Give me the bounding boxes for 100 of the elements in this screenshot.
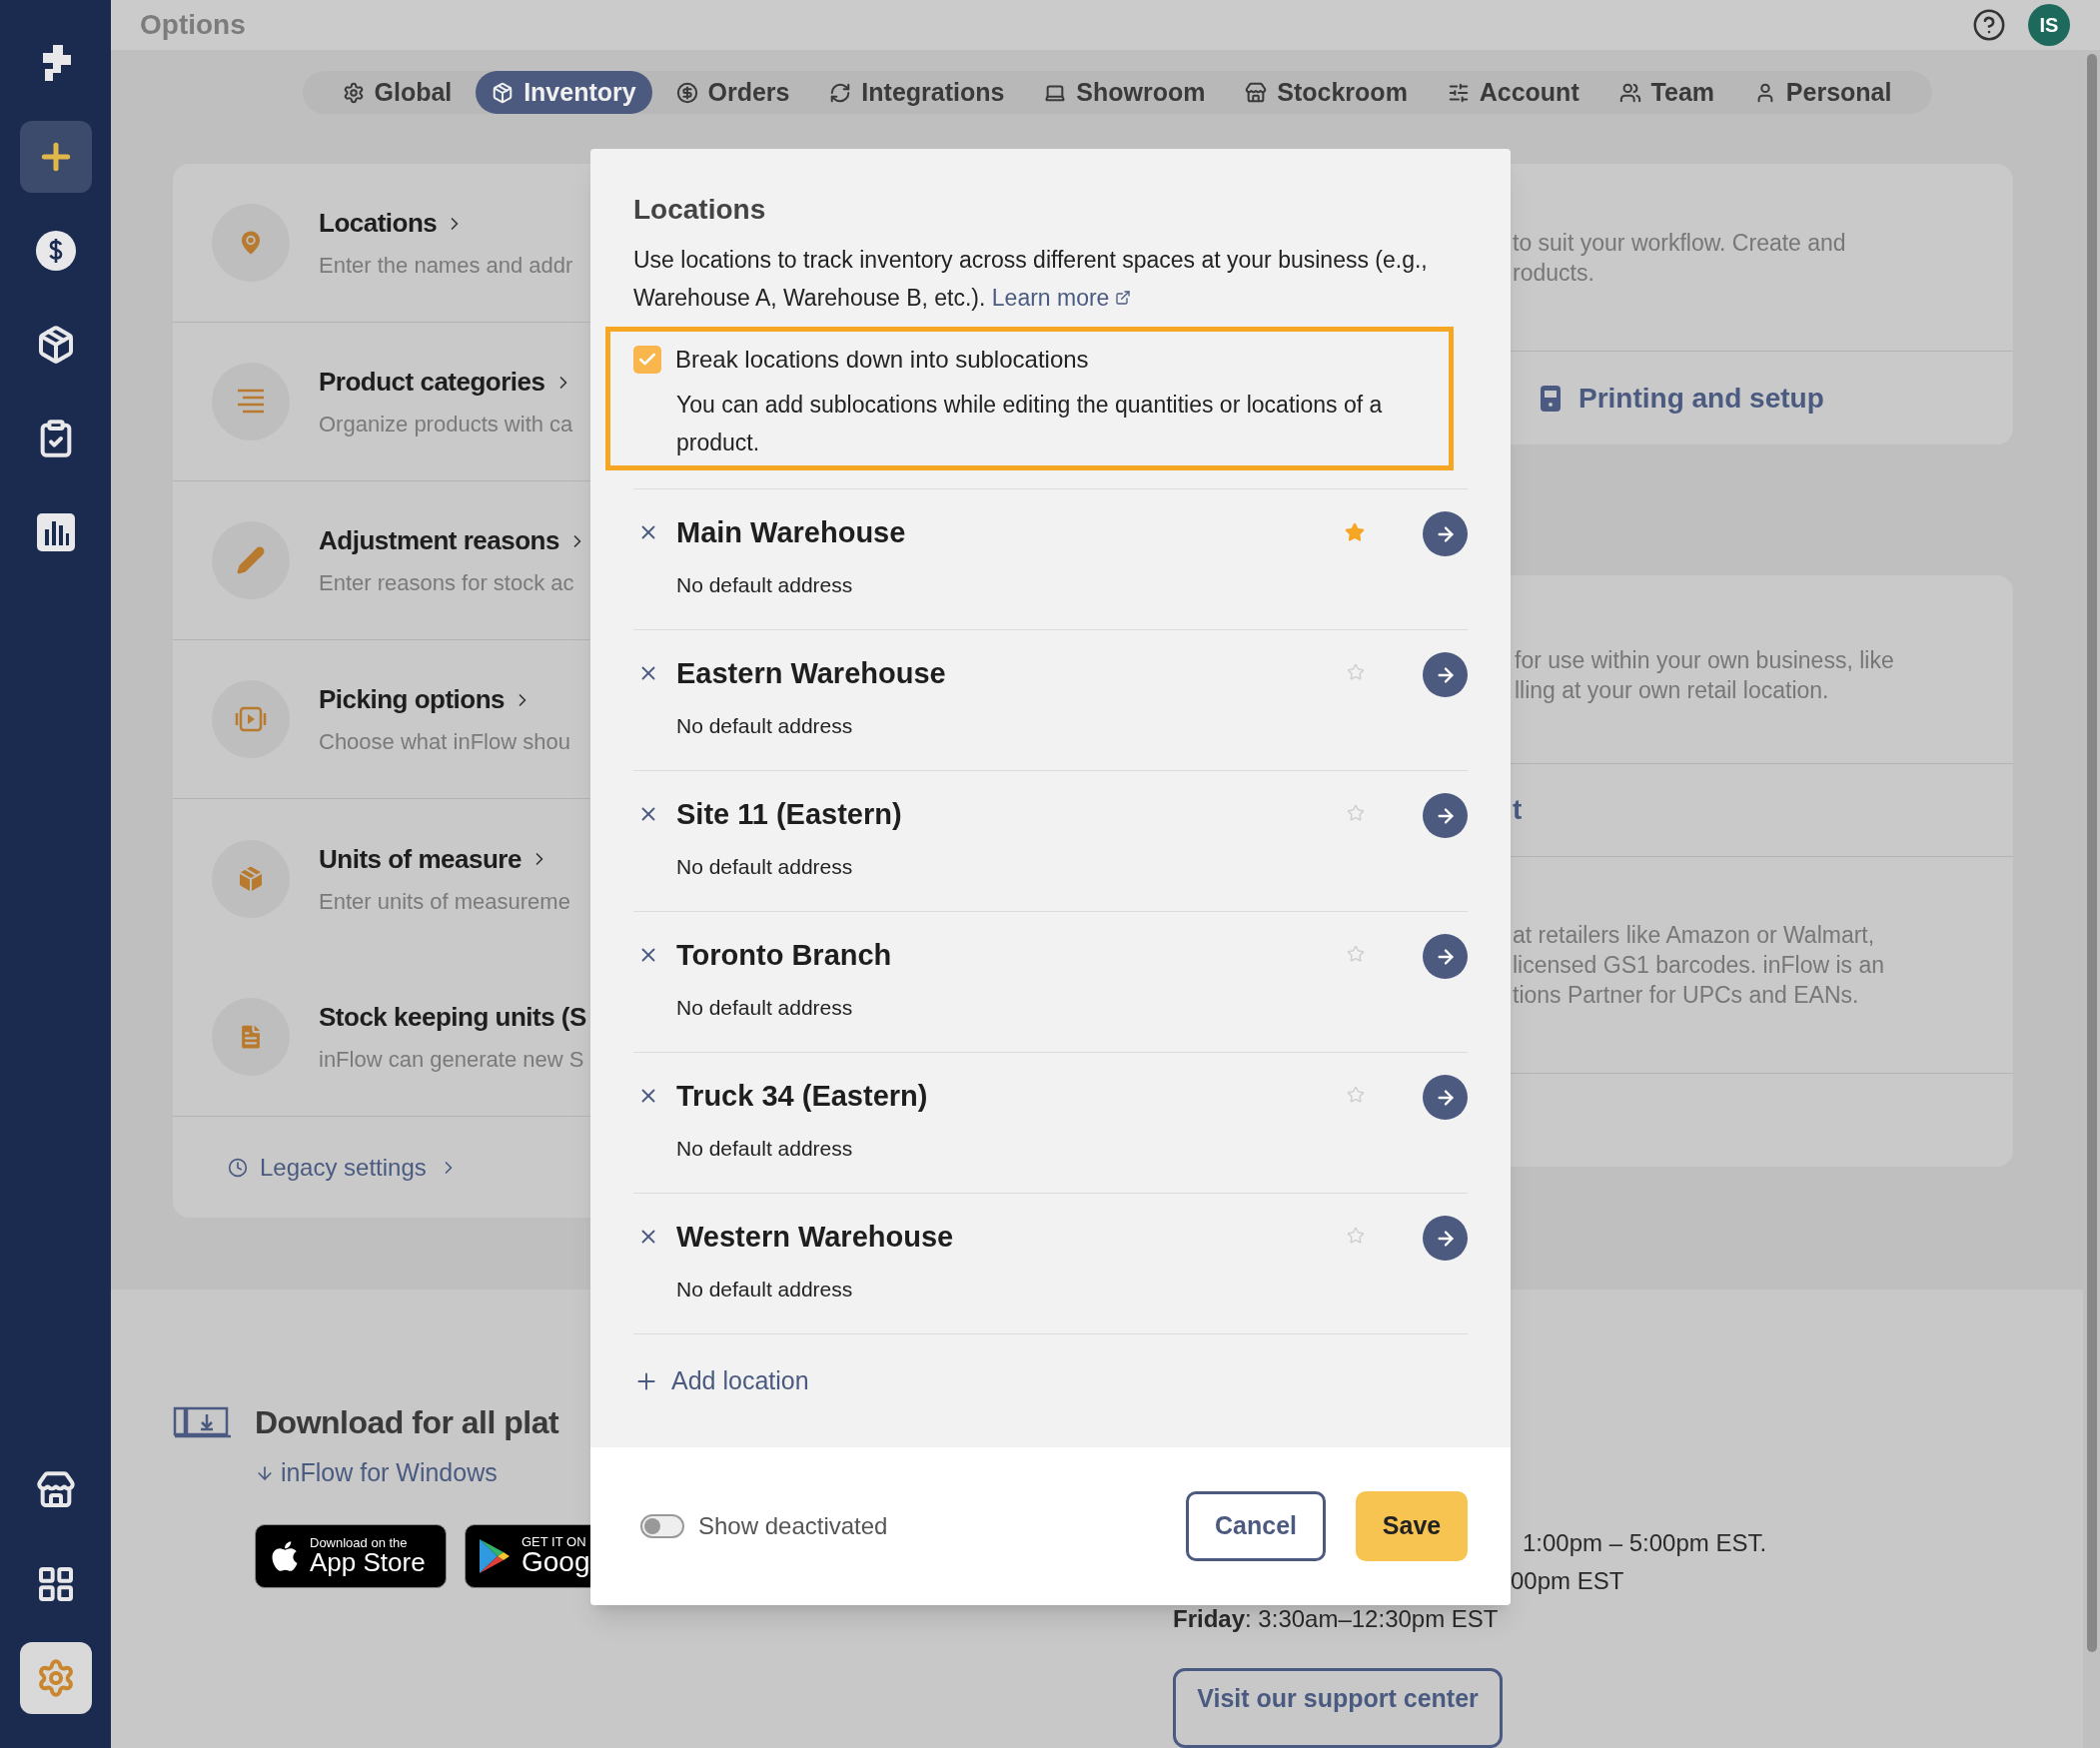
help-icon[interactable] <box>1972 8 2006 42</box>
location-address: No default address <box>676 1135 854 1162</box>
setting-title[interactable]: Product categories <box>319 363 545 402</box>
card-heading[interactable]: t <box>1511 789 1523 831</box>
printing-setup-link[interactable]: Printing and setup <box>1578 377 1824 420</box>
card-text: lling at your own retail location. <box>1515 676 1830 705</box>
setting-description: inFlow can generate new S <box>319 1046 585 1074</box>
hours-text: 00pm EST <box>1511 1566 1625 1596</box>
save-button[interactable]: Save <box>1356 1491 1468 1561</box>
badge-small-text: Download on the <box>310 1536 409 1549</box>
default-star-icon[interactable] <box>1347 804 1365 822</box>
setting-description: Enter reasons for stock ac <box>319 569 575 597</box>
location-address: No default address <box>676 571 854 598</box>
location-row[interactable]: Main Warehouse No default address <box>633 489 1468 630</box>
scrollbar[interactable] <box>2083 50 2100 1748</box>
open-location-button[interactable] <box>1423 652 1468 697</box>
checkbox-label: Break locations down into sublocations <box>675 345 1089 375</box>
badge-large-text: App Store <box>310 1549 426 1575</box>
sidebar-item[interactable] <box>19 121 92 193</box>
location-name: Western Warehouse <box>676 1220 955 1255</box>
tab[interactable]: Personal <box>1737 71 1908 114</box>
setting-description: Choose what inFlow shou <box>319 728 570 756</box>
open-location-button[interactable] <box>1423 793 1468 838</box>
location-name: Main Warehouse <box>676 515 907 550</box>
location-row[interactable]: Eastern Warehouse No default address <box>633 630 1468 771</box>
download-title: Download for all plat <box>255 1403 559 1442</box>
tab-icon <box>492 81 515 104</box>
location-address: No default address <box>676 712 854 739</box>
show-deactivated-toggle[interactable] <box>640 1514 684 1538</box>
tab[interactable]: Orders <box>659 71 806 114</box>
tab[interactable]: Inventory <box>476 71 652 114</box>
tab-icon <box>342 81 365 104</box>
add-location-button[interactable]: Add location <box>633 1362 809 1400</box>
location-row[interactable]: Toronto Branch No default address <box>633 912 1468 1053</box>
windows-download-link[interactable]: inFlow for Windows <box>281 1454 498 1492</box>
location-name: Truck 34 (Eastern) <box>676 1079 929 1114</box>
support-center-button[interactable]: Visit our support center <box>1173 1668 1503 1748</box>
play-triangle-icon <box>478 1536 512 1575</box>
play-box-icon <box>234 705 268 733</box>
default-star-icon[interactable] <box>1347 945 1365 963</box>
setting-description: Organize products with ca <box>319 411 573 438</box>
tab-icon <box>1245 81 1268 104</box>
tab[interactable]: Team <box>1602 71 1730 114</box>
default-star-icon[interactable] <box>1347 663 1365 681</box>
pencil-icon <box>236 545 266 575</box>
card-text: roducts. <box>1513 258 1595 288</box>
printer-icon <box>1541 385 1561 412</box>
open-location-button[interactable] <box>1423 1075 1468 1120</box>
dialog-description: Use locations to track inventory across different spaces at your business (e.g., Warehouse A, Warehouse B, etc.). Learn more <box>633 241 1479 317</box>
setting-description: Enter units of measureme <box>319 887 570 916</box>
setting-title[interactable]: Stock keeping units (S <box>319 998 586 1037</box>
location-row[interactable]: Site 11 (Eastern) No default address <box>633 771 1468 912</box>
laptop-download-icon <box>173 1405 233 1439</box>
location-name: Toronto Branch <box>676 938 893 973</box>
badge-small-text: GET IT ON <box>522 1535 587 1548</box>
tab-icon <box>1618 81 1641 104</box>
sublocations-help: You can add sublocations while editing the quantities or locations of a product. <box>675 391 1384 457</box>
dialog-title: Locations <box>633 193 767 227</box>
setting-title[interactable]: Picking options <box>319 680 506 719</box>
default-star-icon[interactable] <box>1345 522 1365 542</box>
location-row[interactable]: Truck 34 (Eastern) No default address <box>633 1053 1468 1194</box>
user-avatar[interactable]: IS <box>2028 4 2070 46</box>
setting-title[interactable]: Units of measure <box>319 839 522 879</box>
card-text: at retailers like Amazon or Walmart, <box>1513 921 1876 950</box>
tab-icon <box>675 81 698 104</box>
location-name: Site 11 (Eastern) <box>676 797 903 832</box>
open-location-button[interactable] <box>1423 1216 1468 1261</box>
card-text: tions Partner for UPCs and EANs. <box>1513 981 1860 1010</box>
tab-icon <box>829 81 852 104</box>
sublocations-checkbox[interactable] <box>633 346 661 374</box>
app-store-badge[interactable]: Download on the App Store <box>255 1523 447 1588</box>
location-address: No default address <box>676 994 854 1021</box>
hours-text: Friday: 3:30am–12:30pm EST <box>1173 1604 1500 1634</box>
open-location-button[interactable] <box>1423 511 1468 556</box>
tab[interactable]: Account <box>1431 71 1595 114</box>
setting-title[interactable]: Locations <box>319 204 438 243</box>
default-star-icon[interactable] <box>1347 1086 1365 1104</box>
hours-text: 1:00pm – 5:00pm EST. <box>1523 1528 1767 1558</box>
card-text: licensed GS1 barcodes. inFlow is an <box>1513 951 1886 980</box>
open-location-button[interactable] <box>1423 934 1468 979</box>
location-address: No default address <box>676 1276 854 1303</box>
location-row[interactable]: Western Warehouse No default address <box>633 1194 1468 1334</box>
bar-chart-icon <box>34 511 77 553</box>
external-link-icon <box>1115 290 1132 306</box>
page-title: Options <box>140 8 246 42</box>
tab[interactable]: Stockroom <box>1229 71 1424 114</box>
tab-icon <box>1447 81 1470 104</box>
tab[interactable]: Integrations <box>813 71 1021 114</box>
store-icon <box>35 1470 76 1510</box>
default-star-icon[interactable] <box>1347 1227 1365 1245</box>
learn-more-link[interactable]: Learn more <box>991 279 1132 317</box>
tab[interactable]: Global <box>326 71 469 114</box>
card-text: for use within your own business, like <box>1515 646 1895 675</box>
tab[interactable]: Showroom <box>1028 71 1222 114</box>
clock-icon <box>228 1157 248 1178</box>
cancel-button[interactable]: Cancel <box>1186 1491 1326 1561</box>
sidebar-item[interactable] <box>19 1642 92 1714</box>
legacy-settings-link[interactable]: Legacy settings <box>260 1149 427 1186</box>
setting-title[interactable]: Adjustment reasons <box>319 521 559 560</box>
dollar-icon <box>34 230 77 272</box>
